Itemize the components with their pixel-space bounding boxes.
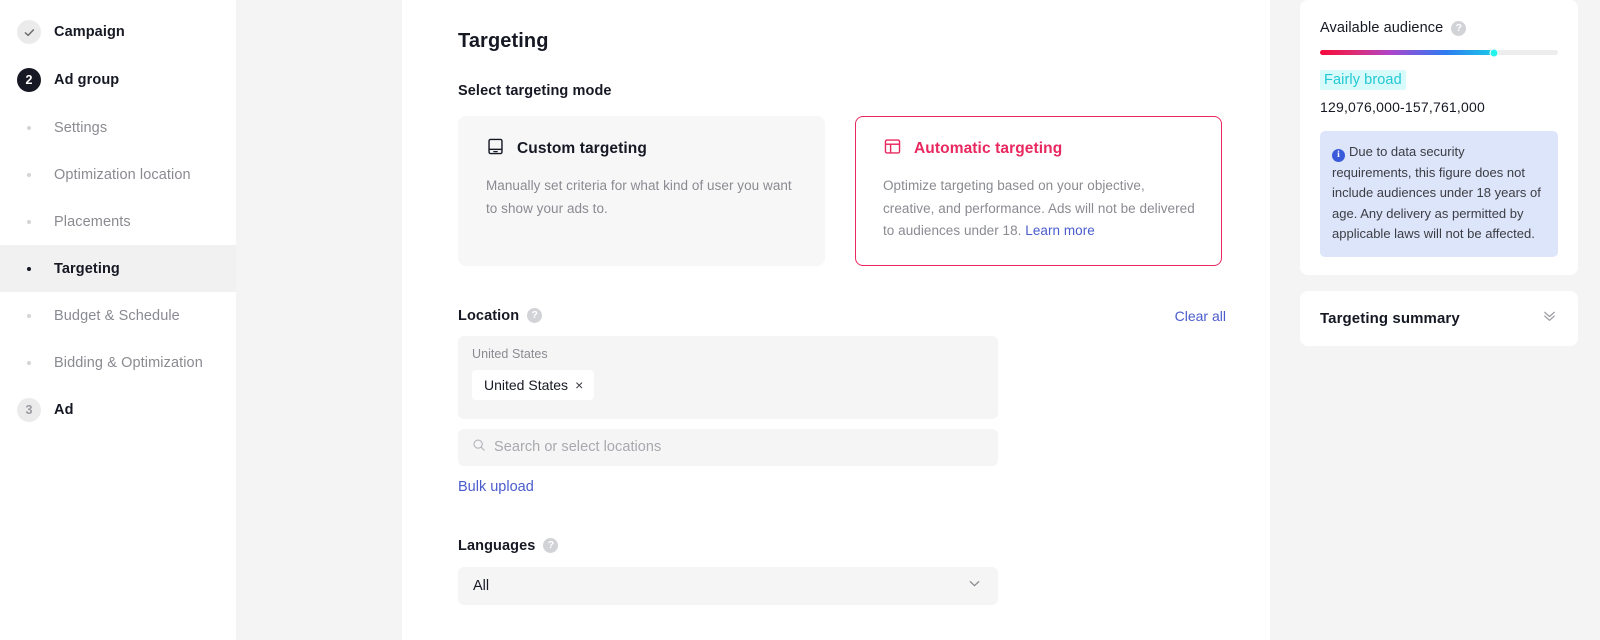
sidebar-item-bidding-optimization[interactable]: Bidding & Optimization xyxy=(0,339,236,386)
location-group-label: United States xyxy=(472,346,548,361)
available-audience-title: Available audience xyxy=(1320,20,1444,36)
automatic-targeting-header: Automatic targeting xyxy=(883,137,1197,161)
sidebar-step-ad-group[interactable]: 2 Ad group xyxy=(0,56,236,104)
location-label: Location xyxy=(458,307,520,324)
sidebar-item-optimization-location[interactable]: Optimization location xyxy=(0,151,236,198)
sidebar-step-ad[interactable]: 3 Ad xyxy=(0,386,236,434)
check-circle-icon xyxy=(17,20,41,44)
bullet-dot-icon xyxy=(17,172,41,177)
available-audience-card: Available audience ? Fairly broad 129,07… xyxy=(1300,0,1578,275)
sidebar-step-campaign[interactable]: Campaign xyxy=(0,8,236,56)
languages-label: Languages xyxy=(458,537,536,554)
bulk-upload-link[interactable]: Bulk upload xyxy=(458,479,534,495)
help-icon[interactable]: ? xyxy=(527,308,543,323)
automatic-targeting-description: Optimize targeting based on your objecti… xyxy=(883,175,1197,243)
location-tag-box: United States United States × xyxy=(458,335,998,419)
targeting-panel: Targeting Select targeting mode Custom t… xyxy=(402,0,1270,640)
help-icon[interactable]: ? xyxy=(1451,20,1467,36)
chevron-double-down-icon[interactable] xyxy=(1541,307,1558,329)
sidebar-step-campaign-label: Campaign xyxy=(54,24,125,40)
custom-targeting-description: Manually set criteria for what kind of u… xyxy=(486,178,792,216)
custom-targeting-card[interactable]: Custom targeting Manually set criteria f… xyxy=(458,116,825,266)
sidebar-item-targeting-label: Targeting xyxy=(54,260,120,277)
audience-gauge xyxy=(1320,48,1558,57)
step-number-badge: 3 xyxy=(17,398,41,422)
location-header: Location ? Clear all xyxy=(458,308,1226,324)
sidebar-item-placements[interactable]: Placements xyxy=(0,198,236,245)
location-tag: United States × xyxy=(472,369,595,400)
bullet-dot-icon xyxy=(17,266,41,271)
languages-select[interactable]: All xyxy=(458,566,998,605)
learn-more-link[interactable]: Learn more xyxy=(1025,223,1095,238)
remove-tag-icon[interactable]: × xyxy=(575,378,583,392)
sidebar-step-ad-label: Ad xyxy=(54,402,74,418)
available-audience-header: Available audience ? xyxy=(1320,20,1558,36)
left-gutter xyxy=(236,0,402,640)
targeting-summary-title: Targeting summary xyxy=(1320,309,1460,327)
sidebar-item-bidding-optimization-label: Bidding & Optimization xyxy=(54,354,203,371)
languages-selected-value: All xyxy=(473,577,490,594)
audience-level-badge: Fairly broad xyxy=(1320,70,1406,90)
right-panel: Available audience ? Fairly broad 129,07… xyxy=(1300,0,1578,640)
audience-gauge-fill xyxy=(1320,50,1494,55)
automatic-targeting-title: Automatic targeting xyxy=(914,140,1063,157)
sidebar-item-settings-label: Settings xyxy=(54,119,108,136)
sidebar-item-budget-schedule-label: Budget & Schedule xyxy=(54,307,180,324)
wizard-sidebar: Campaign 2 Ad group Settings Optimizatio… xyxy=(0,0,236,640)
search-icon xyxy=(472,438,486,457)
clear-all-button[interactable]: Clear all xyxy=(1175,308,1226,324)
chevron-down-icon xyxy=(967,576,982,596)
location-search-input[interactable]: Search or select locations xyxy=(458,428,998,466)
sidebar-item-targeting[interactable]: Targeting xyxy=(0,245,236,292)
audience-range-value: 129,076,000-157,761,000 xyxy=(1320,99,1485,115)
location-label-group: Location ? xyxy=(458,307,543,324)
help-icon[interactable]: ? xyxy=(543,538,559,553)
bullet-dot-icon xyxy=(17,219,41,224)
languages-section: Languages ? All xyxy=(458,538,1226,605)
audience-notice: i Due to data security requirements, this… xyxy=(1320,131,1558,257)
step-number-badge: 2 xyxy=(17,68,41,92)
app-root: Campaign 2 Ad group Settings Optimizatio… xyxy=(0,0,1600,640)
sidebar-item-optimization-location-label: Optimization location xyxy=(54,166,191,183)
bullet-dot-icon xyxy=(17,360,41,365)
targeting-summary-card[interactable]: Targeting summary xyxy=(1300,290,1578,346)
targeting-mode-label: Select targeting mode xyxy=(458,83,612,99)
sidebar-item-budget-schedule[interactable]: Budget & Schedule xyxy=(0,292,236,339)
bullet-dot-icon xyxy=(17,125,41,130)
custom-targeting-header: Custom targeting xyxy=(486,137,800,161)
location-search-placeholder: Search or select locations xyxy=(494,439,662,455)
sidebar-item-placements-label: Placements xyxy=(54,213,131,230)
automatic-targeting-icon xyxy=(883,137,902,161)
location-section: Location ? Clear all United States Unite… xyxy=(458,308,1226,496)
audience-gauge-handle[interactable] xyxy=(1489,48,1499,57)
languages-header: Languages ? xyxy=(458,538,1226,554)
location-tag-label: United States xyxy=(484,376,569,393)
custom-targeting-title: Custom targeting xyxy=(517,140,647,157)
sidebar-step-ad-group-label: Ad group xyxy=(54,72,120,88)
targeting-mode-options: Custom targeting Manually set criteria f… xyxy=(458,116,1226,266)
audience-notice-text: Due to data security requirements, this … xyxy=(1332,144,1541,241)
automatic-targeting-card[interactable]: Automatic targeting Optimize targeting b… xyxy=(855,116,1222,266)
sidebar-item-settings[interactable]: Settings xyxy=(0,104,236,151)
custom-targeting-icon xyxy=(486,137,505,161)
scrollbar-track[interactable] xyxy=(1594,0,1600,640)
bullet-dot-icon xyxy=(17,313,41,318)
info-icon: i xyxy=(1332,148,1345,162)
page-title: Targeting xyxy=(458,30,549,52)
